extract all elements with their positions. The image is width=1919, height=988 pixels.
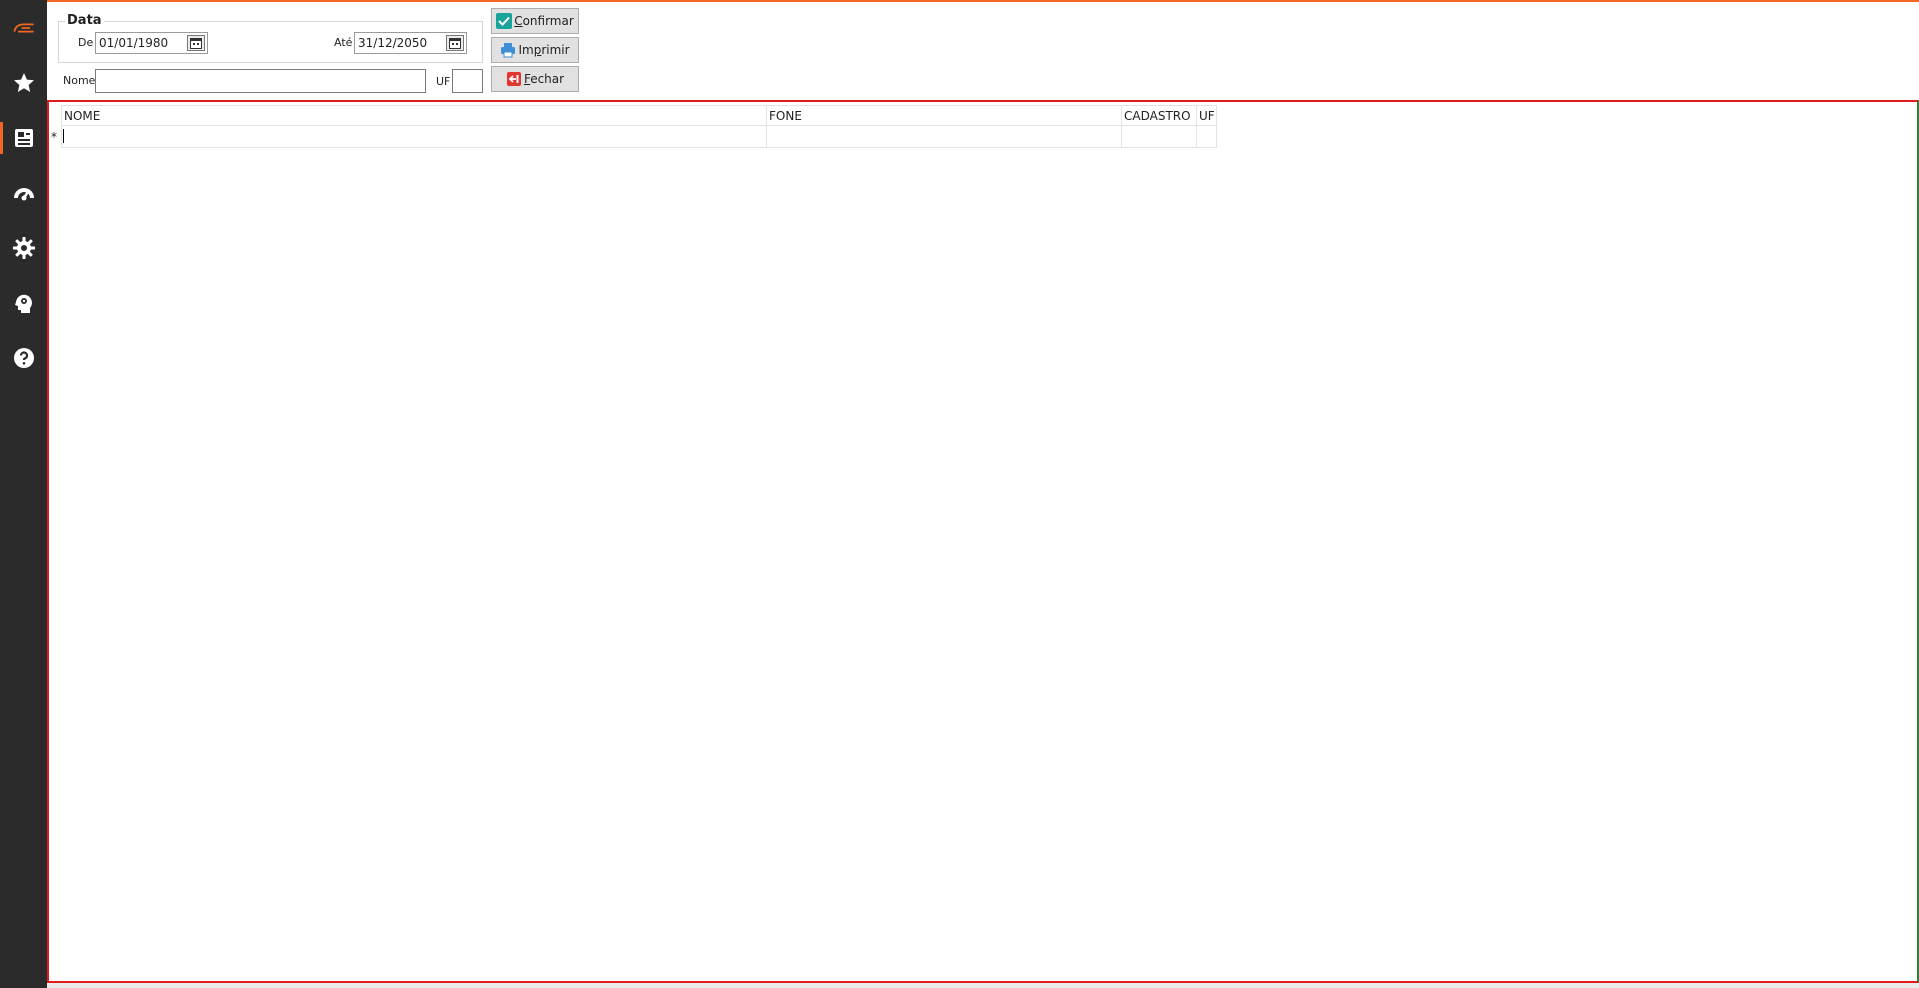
date-filter-legend: Data bbox=[65, 13, 104, 28]
status-bar bbox=[47, 983, 1919, 988]
from-date-value: 01/01/1980 bbox=[99, 36, 169, 50]
column-header-nome[interactable]: NOME bbox=[61, 105, 767, 126]
name-input[interactable] bbox=[95, 69, 426, 93]
cell-fone[interactable] bbox=[766, 125, 1122, 148]
print-button-label: Imprimir bbox=[518, 43, 570, 57]
name-label: Nome bbox=[63, 74, 96, 87]
confirm-button[interactable]: Confirmar bbox=[491, 8, 579, 34]
report-icon[interactable] bbox=[0, 118, 47, 158]
from-date-label: De bbox=[78, 36, 94, 49]
results-grid[interactable]: NOME FONE CADASTRO UF * bbox=[47, 100, 1919, 983]
star-icon[interactable] bbox=[0, 63, 47, 103]
logo-icon[interactable] bbox=[0, 8, 47, 48]
to-date-field[interactable]: 31/12/2050 bbox=[354, 32, 467, 54]
uf-label: UF bbox=[436, 75, 451, 88]
to-date-value: 31/12/2050 bbox=[358, 36, 428, 50]
sidebar bbox=[0, 0, 47, 988]
exit-icon bbox=[506, 72, 521, 86]
calendar-icon[interactable] bbox=[187, 35, 205, 51]
cell-nome[interactable] bbox=[61, 125, 767, 148]
column-header-fone[interactable]: FONE bbox=[766, 105, 1122, 126]
to-date-label: Até bbox=[334, 36, 353, 49]
check-icon bbox=[496, 13, 513, 29]
table-row[interactable] bbox=[61, 125, 1217, 148]
print-button[interactable]: Imprimir bbox=[491, 37, 579, 63]
confirm-button-label: Confirmar bbox=[514, 14, 574, 28]
uf-input[interactable] bbox=[452, 69, 483, 93]
user-settings-icon[interactable] bbox=[0, 283, 47, 323]
close-button-label: Fechar bbox=[523, 72, 565, 86]
cell-uf[interactable] bbox=[1196, 125, 1217, 148]
printer-icon bbox=[501, 43, 516, 58]
column-header-cadastro[interactable]: CADASTRO bbox=[1121, 105, 1197, 126]
calendar-icon[interactable] bbox=[446, 35, 464, 51]
column-header-uf[interactable]: UF bbox=[1196, 105, 1217, 126]
cell-cadastro[interactable] bbox=[1121, 125, 1197, 148]
new-row-marker: * bbox=[51, 130, 57, 144]
dashboard-icon[interactable] bbox=[0, 173, 47, 213]
close-button[interactable]: Fechar bbox=[491, 66, 579, 92]
top-accent-line bbox=[0, 0, 1919, 2]
help-icon[interactable] bbox=[0, 338, 47, 378]
results-table: NOME FONE CADASTRO UF bbox=[61, 105, 1217, 148]
from-date-field[interactable]: 01/01/1980 bbox=[95, 32, 208, 54]
text-caret bbox=[63, 129, 64, 143]
gear-icon[interactable] bbox=[0, 228, 47, 268]
